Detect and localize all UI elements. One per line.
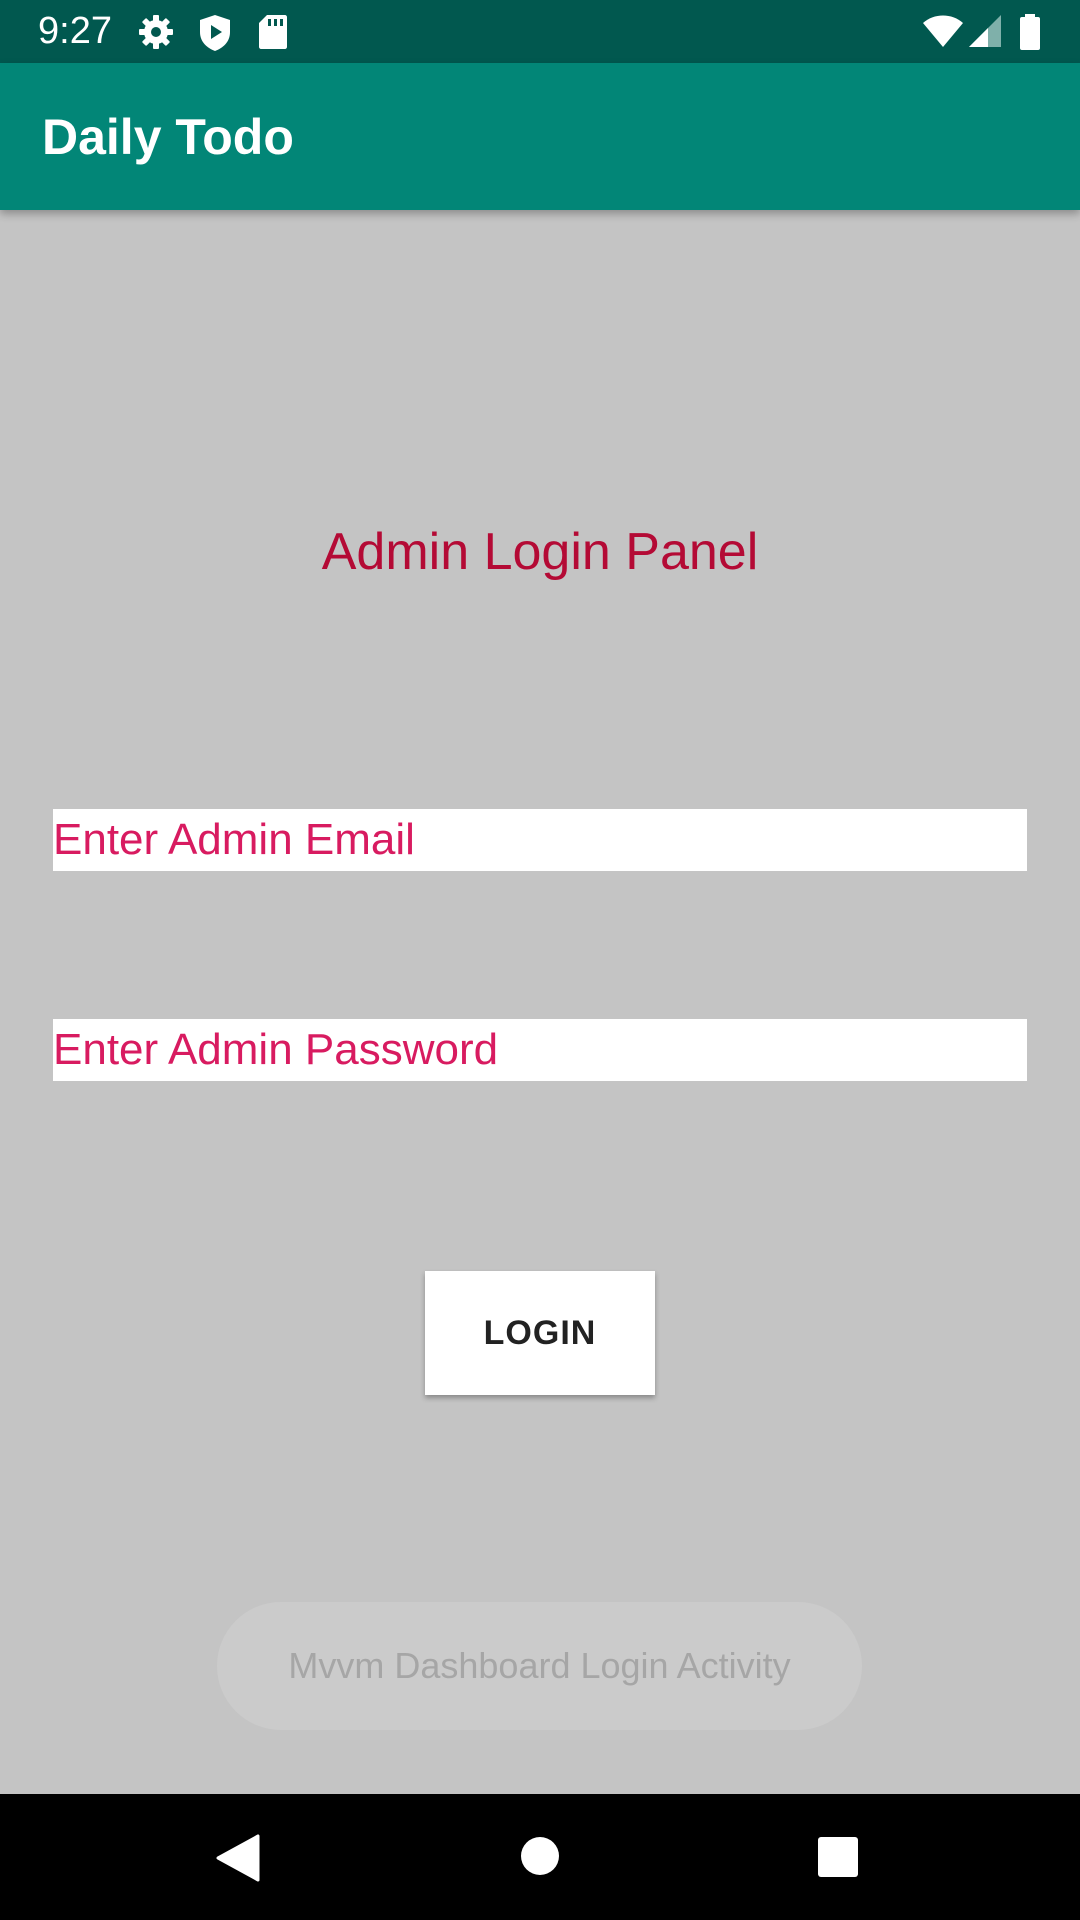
- gear-icon: [138, 14, 174, 55]
- password-field[interactable]: [53, 1019, 1027, 1081]
- back-icon[interactable]: [216, 1834, 260, 1887]
- cell-signal-icon: [968, 14, 1002, 53]
- shield-play-icon: [198, 14, 232, 57]
- login-panel-title: Admin Login Panel: [321, 523, 759, 581]
- navigation-bar: [0, 1794, 1080, 1920]
- sd-card-icon: [258, 14, 288, 55]
- app-bar: Daily Todo: [0, 63, 1080, 210]
- home-icon[interactable]: [520, 1836, 560, 1881]
- battery-icon: [1018, 14, 1042, 55]
- login-button[interactable]: LOGIN: [425, 1271, 655, 1395]
- wifi-icon: [922, 14, 964, 53]
- email-field[interactable]: [53, 809, 1027, 871]
- status-time: 9:27: [38, 10, 112, 52]
- recents-icon[interactable]: [817, 1836, 859, 1883]
- app-title: Daily Todo: [42, 109, 294, 165]
- toast-message: Mvvm Dashboard Login Activity: [217, 1602, 862, 1730]
- status-bar: 9:27: [0, 0, 1080, 63]
